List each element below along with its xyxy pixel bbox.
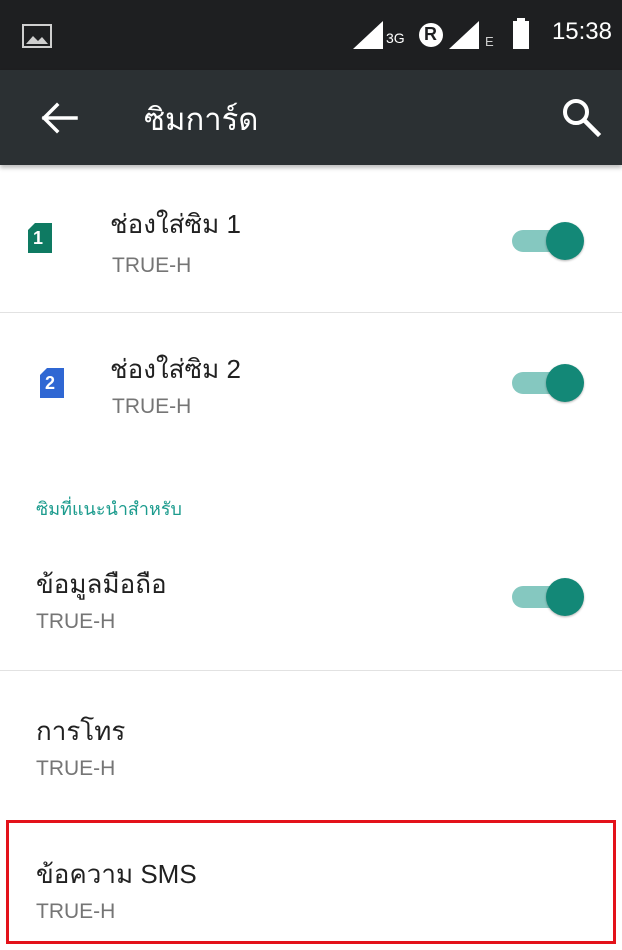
sim-slot-carrier: TRUE-H xyxy=(112,395,192,418)
sim-slot-title: ช่องใส่ซิม 1 xyxy=(110,209,241,239)
search-button[interactable] xyxy=(560,96,602,138)
sim-badge-number: 2 xyxy=(45,373,56,393)
signal-icon xyxy=(353,21,383,49)
toggle-thumb xyxy=(546,364,584,402)
battery-icon xyxy=(513,18,529,49)
sim-slot-2-toggle[interactable] xyxy=(510,360,584,406)
back-button[interactable] xyxy=(40,102,80,134)
section-header: ซิมที่แนะนำสำหรับ xyxy=(36,499,182,519)
signal-icon xyxy=(449,21,479,49)
back-arrow-icon xyxy=(41,102,78,134)
toggle-thumb xyxy=(546,222,584,260)
data-type-label: E xyxy=(485,34,494,49)
search-icon xyxy=(563,99,602,138)
sim-slot-carrier: TRUE-H xyxy=(112,254,192,277)
sim-slot-1-toggle[interactable] xyxy=(510,218,584,264)
status-time: 15:38 xyxy=(551,18,612,45)
highlight-box xyxy=(6,820,616,944)
network-type-label: 3G xyxy=(386,30,405,46)
mobile-data-toggle[interactable] xyxy=(510,574,584,620)
mobile-data-value: TRUE-H xyxy=(36,610,116,633)
mobile-data-row[interactable]: ข้อมูลมือถือ TRUE-H xyxy=(0,530,622,670)
gallery-icon xyxy=(22,24,52,48)
app-bar xyxy=(0,70,622,165)
calls-row[interactable]: การโทร TRUE-H xyxy=(0,671,622,817)
sim-slot-2-row[interactable]: 2 ช่องใส่ซิม 2 TRUE-H xyxy=(0,313,622,459)
sim-slot-1-row[interactable]: 1 ช่องใส่ซิม 1 TRUE-H xyxy=(0,166,622,312)
sim-slot-title: ช่องใส่ซิม 2 xyxy=(110,354,241,384)
mobile-data-title: ข้อมูลมือถือ xyxy=(36,569,167,599)
status-bar: 3G R E 15:38 xyxy=(0,0,622,70)
sim-badge-number: 1 xyxy=(33,228,44,248)
calls-value: TRUE-H xyxy=(36,757,116,780)
toggle-thumb xyxy=(546,578,584,616)
calls-title: การโทร xyxy=(36,716,126,746)
page-title: ซิมการ์ด xyxy=(144,102,259,137)
roaming-badge: R xyxy=(424,24,437,44)
